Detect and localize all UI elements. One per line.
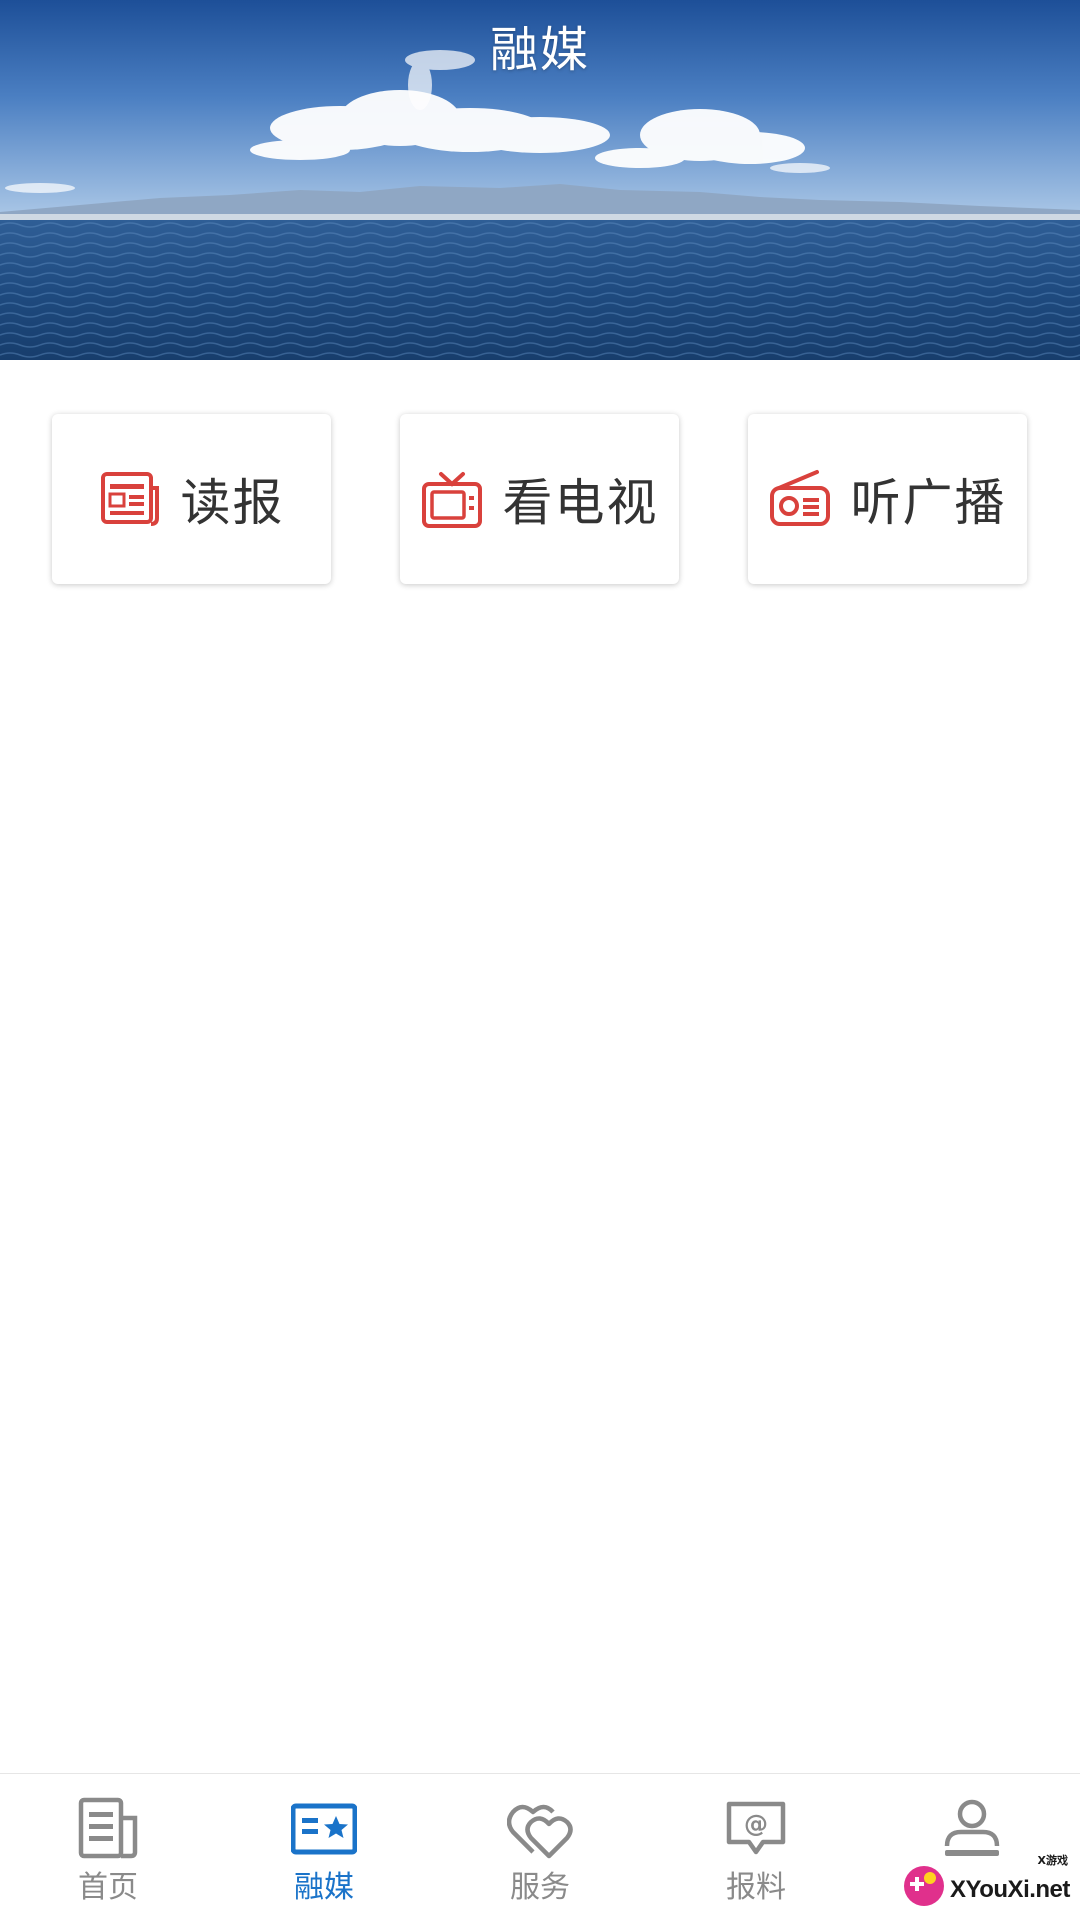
tab-label: 首页 [78, 1870, 138, 1905]
card-label: 读报 [180, 474, 285, 532]
radio-icon [769, 468, 831, 530]
watch-tv-card[interactable]: 看电视 [400, 414, 679, 584]
tab-report[interactable]: @ 报料 [648, 1774, 864, 1920]
document-icon [75, 1796, 141, 1862]
tab-home[interactable]: 首页 [0, 1774, 216, 1920]
tv-icon [421, 468, 483, 530]
tab-label: 报料 [726, 1870, 786, 1905]
app-root: 融媒 读报 看电视 听广播 首页 融媒 服务 @ 报料 X游戏 XYouXi.n… [0, 0, 1080, 1920]
gamepad-logo-icon [902, 1864, 946, 1908]
svg-text:@: @ [744, 1810, 768, 1838]
listen-radio-card[interactable]: 听广播 [748, 414, 1027, 584]
card-label: 听广播 [850, 474, 1007, 532]
card-label: 看电视 [502, 474, 659, 532]
newspaper-icon [99, 468, 161, 530]
tab-label: 融媒 [294, 1870, 354, 1905]
tab-services[interactable]: 服务 [432, 1774, 648, 1920]
site-watermark: X游戏 XYouXi.net [902, 1852, 1072, 1910]
header-banner: 融媒 [0, 0, 1080, 360]
at-message-icon: @ [723, 1796, 789, 1862]
watermark-small-text: X游戏 [1037, 1854, 1068, 1867]
tab-label: 服务 [510, 1870, 570, 1905]
media-card-row: 读报 看电视 听广播 [52, 414, 1028, 584]
hearts-icon [507, 1796, 573, 1862]
watermark-site-text: XYouXi.net [950, 1876, 1070, 1903]
tab-media[interactable]: 融媒 [216, 1774, 432, 1920]
read-newspaper-card[interactable]: 读报 [52, 414, 331, 584]
media-card-star-icon [291, 1796, 357, 1862]
page-title: 融媒 [489, 22, 590, 78]
